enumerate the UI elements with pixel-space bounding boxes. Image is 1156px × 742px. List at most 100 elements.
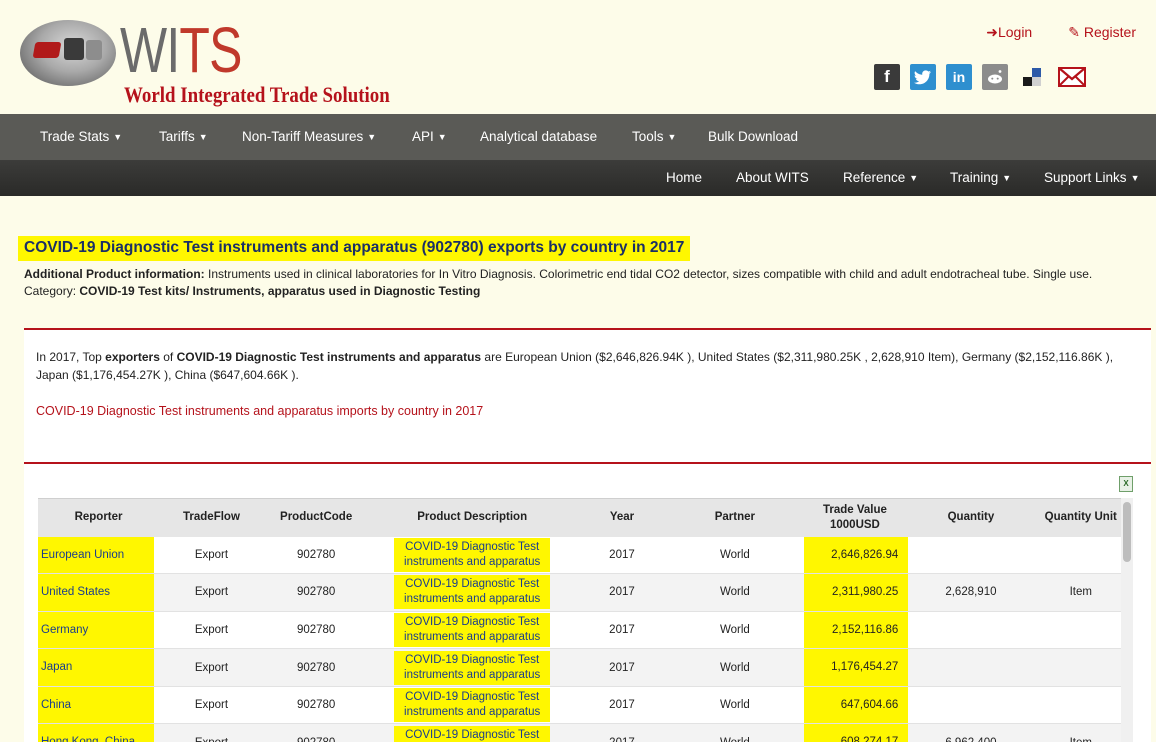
partner-cell: World: [668, 611, 802, 650]
partner-cell: World: [668, 648, 802, 687]
wits-logo[interactable]: WITS World Integrated Trade Solution: [20, 16, 420, 112]
nav-trade-stats[interactable]: Trade Stats ▼: [40, 129, 122, 144]
table-row: China Export 902780 COVID-19 Diagnostic …: [38, 686, 1128, 725]
trade-value-cell: 2,311,980.25: [804, 574, 909, 611]
tradeflow-cell: Export: [159, 723, 264, 742]
description-cell[interactable]: COVID-19 Diagnostic Test instruments and…: [394, 537, 551, 572]
nav-tariffs[interactable]: Tariffs ▼: [159, 129, 208, 144]
table-row: Hong Kong, China Export 902780 COVID-19 …: [38, 723, 1128, 742]
quantity-cell: [908, 648, 1034, 687]
excel-export-icon[interactable]: X: [1119, 476, 1133, 492]
col-tradeflow[interactable]: TradeFlow: [159, 498, 264, 537]
register-link[interactable]: ✎ Register: [1068, 24, 1136, 41]
productcode-cell: 902780: [263, 573, 369, 612]
col-quantity[interactable]: Quantity: [908, 498, 1034, 537]
table-scrollbar[interactable]: [1121, 498, 1133, 742]
productcode-cell: 902780: [263, 648, 369, 687]
summary-text: In 2017, Top exporters of COVID-19 Diagn…: [36, 350, 1114, 382]
description-cell[interactable]: COVID-19 Diagnostic Test instruments and…: [394, 688, 551, 723]
col-productcode[interactable]: ProductCode: [263, 498, 369, 537]
trade-value-cell: 2,646,826.94: [804, 536, 909, 574]
description-cell[interactable]: COVID-19 Diagnostic Test instruments and…: [394, 612, 551, 647]
description-cell[interactable]: COVID-19 Diagnostic Test instruments and…: [394, 575, 551, 610]
nav-api[interactable]: API ▼: [412, 129, 447, 144]
nav-training[interactable]: Training ▼: [950, 170, 1011, 185]
secondary-nav: Home About WITS Reference ▼ Training ▼ Sup…: [0, 160, 1156, 196]
quantity-unit-cell: Item: [1033, 573, 1128, 612]
productcode-cell: 902780: [263, 686, 369, 725]
tradeflow-cell: Export: [159, 648, 264, 687]
category-label: Category:: [24, 284, 80, 298]
product-info: Additional Product information: Instrume…: [24, 266, 1124, 300]
nav-support-links[interactable]: Support Links ▼: [1044, 170, 1139, 185]
reporter-cell[interactable]: European Union: [38, 536, 154, 574]
quantity-cell: [908, 686, 1034, 725]
nav-tools[interactable]: Tools ▼: [632, 129, 676, 144]
data-table-panel: X Reporter TradeFlow ProductCode Product…: [24, 464, 1151, 742]
globe-logo-icon: [20, 20, 116, 86]
tradeflow-cell: Export: [159, 573, 264, 612]
additional-info-text: Instruments used in clinical laboratorie…: [204, 267, 1093, 281]
tradeflow-cell: Export: [159, 536, 264, 575]
col-reporter[interactable]: Reporter: [38, 498, 160, 537]
productcode-cell: 902780: [263, 536, 369, 575]
facebook-icon[interactable]: f: [874, 64, 900, 90]
logo-subtitle: World Integrated Trade Solution: [124, 82, 390, 107]
year-cell: 2017: [575, 536, 669, 575]
nav-about-wits[interactable]: About WITS: [736, 170, 809, 185]
quantity-cell: [908, 536, 1034, 575]
col-quantity-unit[interactable]: Quantity Unit: [1033, 498, 1128, 537]
login-link[interactable]: ➜Login: [986, 24, 1032, 41]
partner-cell: World: [668, 573, 802, 612]
trade-value-cell: 2,152,116.86: [804, 611, 909, 649]
reporter-cell[interactable]: Japan: [38, 649, 154, 686]
trade-value-cell: 608,274.17: [804, 724, 909, 742]
year-cell: 2017: [575, 611, 669, 650]
quantity-unit-cell: Item: [1033, 723, 1128, 742]
nav-home[interactable]: Home: [666, 170, 702, 185]
table-header-row: Reporter TradeFlow ProductCode Product D…: [38, 498, 1128, 537]
col-product-description[interactable]: Product Description: [368, 498, 576, 537]
quantity-cell: 6,962,400: [908, 723, 1034, 742]
quantity-unit-cell: [1033, 648, 1128, 687]
linkedin-icon[interactable]: in: [946, 64, 972, 90]
imports-link[interactable]: COVID-19 Diagnostic Test instruments and…: [36, 404, 483, 418]
col-trade-value[interactable]: Trade Value 1000USD: [801, 498, 909, 537]
year-cell: 2017: [575, 723, 669, 742]
year-cell: 2017: [575, 573, 669, 612]
table-row: Japan Export 902780 COVID-19 Diagnostic …: [38, 648, 1128, 687]
primary-nav: Trade Stats ▼ Tariffs ▼ Non-Tariff Measure…: [0, 114, 1156, 160]
nav-non-tariff-measures[interactable]: Non-Tariff Measures ▼: [242, 129, 376, 144]
scrollbar-thumb[interactable]: [1123, 502, 1131, 562]
partner-cell: World: [668, 536, 802, 575]
summary-panel: In 2017, Top exporters of COVID-19 Diagn…: [24, 328, 1151, 464]
reporter-cell[interactable]: Hong Kong, China: [38, 724, 154, 742]
twitter-icon[interactable]: [910, 64, 936, 90]
trade-value-cell: 1,176,454.27: [804, 649, 909, 686]
quantity-unit-cell: [1033, 611, 1128, 650]
nav-bulk-download[interactable]: Bulk Download: [708, 129, 798, 144]
trade-table: Reporter TradeFlow ProductCode Product D…: [38, 498, 1128, 742]
reporter-cell[interactable]: Germany: [38, 611, 154, 649]
year-cell: 2017: [575, 648, 669, 687]
tradeflow-cell: Export: [159, 611, 264, 650]
productcode-cell: 902780: [263, 723, 369, 742]
table-row: Germany Export 902780 COVID-19 Diagnosti…: [38, 611, 1128, 650]
table-row: European Union Export 902780 COVID-19 Di…: [38, 536, 1128, 575]
delicious-icon[interactable]: [1018, 64, 1046, 90]
description-cell[interactable]: COVID-19 Diagnostic Test instruments and…: [394, 650, 551, 685]
partner-cell: World: [668, 686, 802, 725]
email-icon[interactable]: [1056, 64, 1088, 90]
reporter-cell[interactable]: China: [38, 686, 154, 724]
table-row: United States Export 902780 COVID-19 Dia…: [38, 573, 1128, 612]
reddit-icon[interactable]: [982, 64, 1008, 90]
description-cell[interactable]: COVID-19 Diagnostic Test instruments and…: [394, 725, 551, 742]
quantity-cell: 2,628,910: [908, 573, 1034, 612]
reporter-cell[interactable]: United States: [38, 574, 154, 611]
col-year[interactable]: Year: [575, 498, 669, 537]
col-partner[interactable]: Partner: [668, 498, 802, 537]
quantity-unit-cell: [1033, 536, 1128, 575]
nav-analytical-database[interactable]: Analytical database: [480, 129, 597, 144]
nav-reference[interactable]: Reference ▼: [843, 170, 918, 185]
logo-wordmark: WITS: [120, 14, 242, 86]
